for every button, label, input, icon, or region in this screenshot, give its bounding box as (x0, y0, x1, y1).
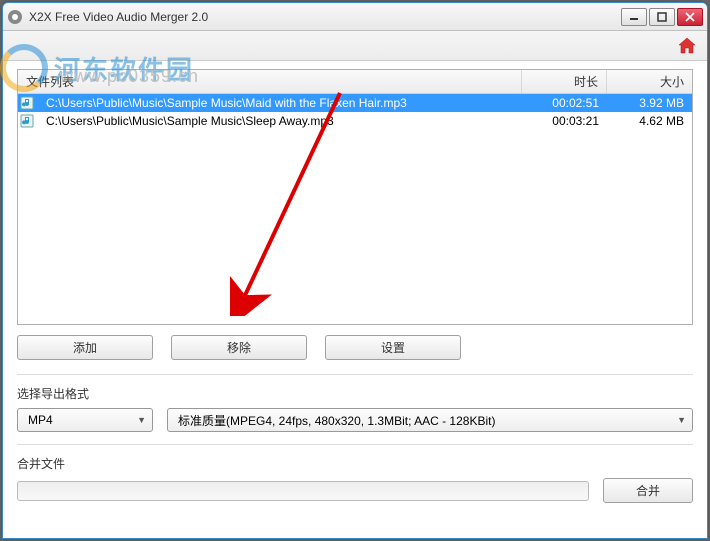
file-duration: 00:02:51 (522, 96, 607, 110)
header-file[interactable]: 文件列表 (18, 70, 522, 93)
file-size: 4.62 MB (607, 114, 692, 128)
chevron-down-icon: ▼ (137, 415, 146, 425)
format-quality-combo[interactable]: 标准质量(MPEG4, 24fps, 480x320, 1.3MBit; AAC… (167, 408, 693, 432)
toolbar (3, 31, 707, 61)
chevron-down-icon: ▼ (677, 415, 686, 425)
window-controls (621, 8, 703, 26)
format-quality-value: 标准质量(MPEG4, 24fps, 480x320, 1.3MBit; AAC… (178, 412, 495, 429)
list-body[interactable]: C:\Users\Public\Music\Sample Music\Maid … (18, 94, 692, 324)
header-duration[interactable]: 时长 (522, 70, 607, 93)
merge-file-label: 合并文件 (17, 455, 693, 472)
music-file-icon (20, 114, 34, 128)
progress-bar (17, 481, 589, 501)
maximize-button[interactable] (649, 8, 675, 26)
settings-button[interactable]: 设置 (325, 335, 461, 360)
app-window: X2X Free Video Audio Merger 2.0 文件列表 时长 … (2, 2, 708, 539)
app-icon (7, 9, 23, 25)
content-area: 文件列表 时长 大小 C:\Users\Public\Music\Sample … (3, 61, 707, 515)
music-file-icon (20, 96, 34, 110)
table-row[interactable]: C:\Users\Public\Music\Sample Music\Maid … (18, 94, 692, 112)
header-size[interactable]: 大小 (607, 70, 692, 93)
close-button[interactable] (677, 8, 703, 26)
minimize-button[interactable] (621, 8, 647, 26)
format-container-combo[interactable]: MP4 ▼ (17, 408, 153, 432)
output-format-label: 选择导出格式 (17, 385, 693, 402)
file-path: C:\Users\Public\Music\Sample Music\Maid … (38, 96, 415, 110)
titlebar[interactable]: X2X Free Video Audio Merger 2.0 (3, 3, 707, 31)
file-duration: 00:03:21 (522, 114, 607, 128)
table-row[interactable]: C:\Users\Public\Music\Sample Music\Sleep… (18, 112, 692, 130)
file-list: 文件列表 时长 大小 C:\Users\Public\Music\Sample … (17, 69, 693, 325)
home-icon[interactable] (677, 37, 697, 55)
file-path: C:\Users\Public\Music\Sample Music\Sleep… (38, 114, 342, 128)
remove-button[interactable]: 移除 (171, 335, 307, 360)
merge-row: 合并 (17, 478, 693, 503)
window-title: X2X Free Video Audio Merger 2.0 (29, 10, 621, 24)
add-button[interactable]: 添加 (17, 335, 153, 360)
list-header: 文件列表 时长 大小 (18, 70, 692, 94)
format-row: MP4 ▼ 标准质量(MPEG4, 24fps, 480x320, 1.3MBi… (17, 408, 693, 445)
merge-button[interactable]: 合并 (603, 478, 693, 503)
action-buttons: 添加 移除 设置 (17, 325, 693, 375)
file-size: 3.92 MB (607, 96, 692, 110)
format-container-value: MP4 (28, 413, 53, 427)
